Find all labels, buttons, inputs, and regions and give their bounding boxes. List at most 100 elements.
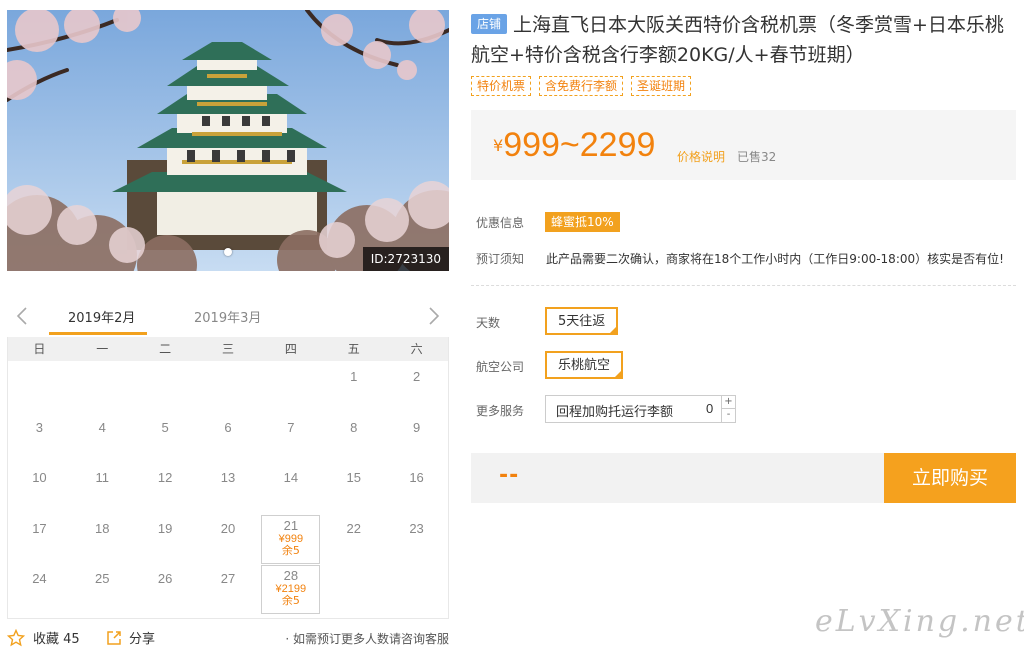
calendar-day: 25	[71, 565, 134, 616]
tab-month-2[interactable]: 2019年3月	[194, 307, 261, 326]
total-price: --	[499, 463, 520, 488]
share-button[interactable]: 分享	[105, 628, 155, 647]
quantity-stepper: + -	[721, 396, 735, 422]
favorite-count-label: 收藏 45	[33, 632, 80, 647]
castle-photo-illustration	[7, 10, 449, 271]
calendar-day-number: 5	[161, 419, 169, 435]
calendar-day: 2	[385, 363, 448, 414]
price-range-value: 999~2299	[503, 126, 656, 164]
calendar-day: 18	[71, 515, 134, 566]
extra-service-quantity[interactable]: 0	[706, 401, 713, 416]
calendar-empty-cell	[259, 363, 322, 414]
calendar-day-available[interactable]: 21 ¥999 余5	[259, 514, 322, 566]
product-tag: 圣诞班期	[631, 76, 692, 96]
calendar-day: 5	[134, 414, 197, 465]
increment-button[interactable]: +	[722, 396, 735, 409]
buy-now-button[interactable]: 立即购买	[884, 453, 1016, 503]
calendar-day: 17	[8, 515, 71, 566]
calendar-day-number: 14	[283, 470, 299, 485]
divider	[471, 285, 1016, 286]
watermark: eLvXing.net	[815, 604, 1024, 639]
calendar-day-box[interactable]: 21 ¥999 余5	[261, 514, 321, 564]
product-tag: 特价机票	[471, 76, 532, 96]
calendar-day: 19	[134, 515, 197, 566]
calendar-day-number: 15	[346, 470, 361, 485]
calendar-day-stock: 余5	[281, 543, 300, 557]
calendar-day: 20	[197, 515, 260, 566]
tab-month-1[interactable]: 2019年2月	[68, 307, 135, 326]
calendar-day: 15	[322, 464, 385, 515]
calendar-day: 23	[385, 515, 448, 566]
product-tags: 特价机票 含免费行李额 圣诞班期	[471, 76, 1016, 96]
calendar-day-number: 28	[283, 568, 299, 583]
consult-service-link[interactable]: · 如需预订更多人数请咨询客服	[285, 630, 449, 647]
calendar-day: 8	[322, 414, 385, 465]
calendar-day-number: 4	[98, 419, 106, 435]
product-title-text: 上海直飞日本大阪关西特价含税机票（冬季赏雪+日本乐桃航空+特价含税含行李额20K…	[471, 14, 1004, 66]
calendar-day-number: 3	[35, 419, 44, 435]
currency-symbol: ¥	[493, 136, 504, 155]
calendar-day-number: 12	[157, 470, 173, 485]
airline-label: 航空公司	[476, 360, 525, 374]
calendar-day-stock: 余5	[281, 594, 300, 607]
calendar-day-number: 25	[95, 571, 110, 586]
promo-label: 优惠信息	[476, 216, 525, 230]
product-title: 店铺 上海直飞日本大阪关西特价含税机票（冬季赏雪+日本乐桃航空+特价含税含行李额2…	[471, 10, 1016, 70]
photo-id-label: ID:2723130	[362, 247, 449, 271]
product-header: 店铺 上海直飞日本大阪关西特价含税机票（冬季赏雪+日本乐桃航空+特价含税含行李额2…	[471, 10, 1016, 96]
calendar-day-number: 27	[220, 571, 236, 586]
calendar-empty-cell	[71, 363, 134, 414]
calendar-day-number: 17	[32, 520, 47, 536]
calendar-day: 11	[71, 464, 134, 515]
product-photo[interactable]: ID:2723130	[7, 10, 449, 271]
days-option-button[interactable]: 5天往返	[545, 307, 619, 335]
calendar-weekday-row: 日一二三四五六	[8, 337, 448, 361]
service-label: 更多服务	[476, 404, 525, 418]
carousel-dot[interactable]	[224, 248, 232, 256]
price-explanation-link[interactable]: 价格说明	[677, 148, 725, 165]
star-icon	[7, 628, 25, 646]
days-label: 天数	[476, 316, 501, 330]
calendar-day-number: 20	[220, 520, 236, 536]
calendar-day-box[interactable]: 28 ¥2199 余5	[261, 565, 321, 614]
calendar-day: 24	[8, 565, 71, 616]
weekday-label: 日	[33, 342, 46, 356]
calendar-day-number: 22	[346, 520, 361, 536]
prev-month-button[interactable]	[11, 303, 33, 329]
airline-option-button[interactable]: 乐桃航空	[545, 351, 624, 379]
calendar-day-number: 19	[157, 520, 173, 536]
calendar-day-number: 21	[283, 517, 299, 533]
calendar-day-number: 7	[287, 419, 295, 435]
calendar: 日一二三四五六 1 2 3 4 5 6 7 8 9 10 11 12 13 14 15 16 17 18 19 20 2…	[7, 337, 449, 619]
share-icon	[107, 630, 121, 645]
favorite-button[interactable]: 收藏 45	[7, 628, 80, 647]
calendar-day-number: 6	[224, 419, 232, 435]
calendar-empty-cell	[134, 363, 197, 414]
calendar-day: 12	[134, 464, 197, 515]
shop-badge: 店铺	[471, 14, 508, 34]
calendar-day-number: 24	[32, 571, 47, 586]
active-month-underline	[49, 332, 147, 335]
share-label: 分享	[129, 632, 156, 647]
decrement-button[interactable]: -	[722, 409, 735, 422]
calendar-day-available[interactable]: 28 ¥2199 余5	[259, 565, 322, 616]
next-month-button[interactable]	[423, 303, 445, 329]
booking-notice: 此产品需要二次确认，商家将在18个工作小时内（工作日9:00-18:00）核实是…	[546, 252, 1004, 266]
calendar-day-number: 18	[95, 520, 110, 536]
calendar-day-number: 11	[95, 470, 110, 485]
calendar-day-number: 13	[220, 470, 236, 485]
calendar-day: 1	[322, 363, 385, 414]
notice-label: 预订须知	[476, 252, 525, 266]
purchase-bar: -- 立即购买	[471, 453, 1016, 503]
calendar-day-number: 10	[32, 470, 47, 485]
weekday-label: 三	[222, 342, 235, 356]
weekday-label: 六	[410, 342, 423, 356]
chevron-left-icon	[16, 307, 27, 325]
calendar-day: 4	[71, 414, 134, 465]
chevron-right-icon	[429, 307, 440, 325]
calendar-day-number: 1	[350, 369, 358, 384]
calendar-day: 13	[197, 464, 260, 515]
extra-service-name: 回程加购托运行李额	[556, 405, 674, 420]
calendar-day-price: ¥999	[278, 532, 304, 545]
extra-service-stepper: 回程加购托运行李额 0 + -	[545, 395, 736, 423]
